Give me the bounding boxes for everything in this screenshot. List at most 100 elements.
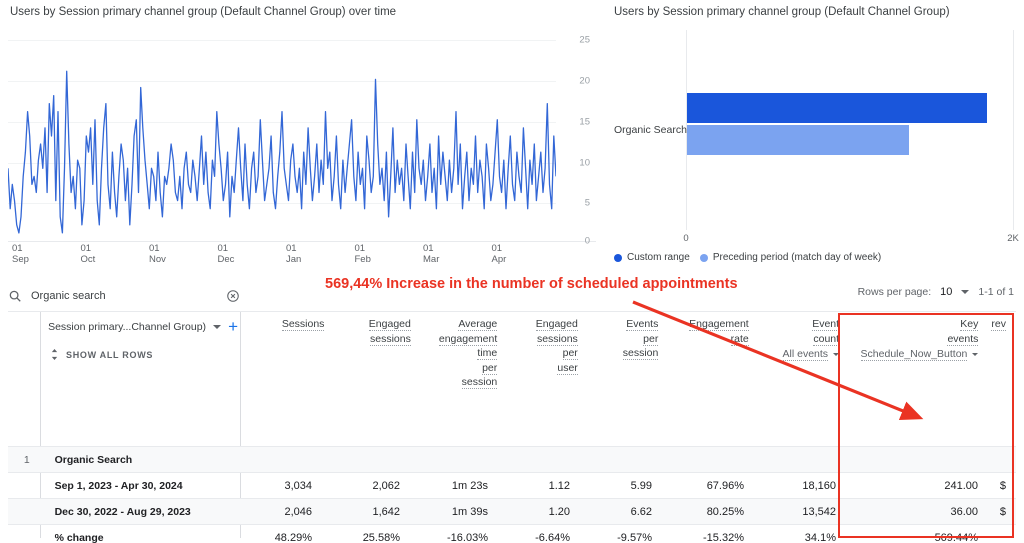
table-cell: 6.62: [630, 505, 652, 518]
y-tick-10: 10: [579, 157, 590, 169]
metric-header-label: per: [482, 361, 498, 375]
show-all-rows-label: SHOW ALL ROWS: [66, 349, 154, 360]
x-tick-month: Mar: [423, 254, 440, 265]
metric-header-label: rate: [730, 332, 749, 346]
table-cell: 67.96%: [706, 479, 744, 492]
metric-header-label: count: [813, 332, 840, 346]
metric-header-label: Sessions: [281, 318, 325, 331]
metric-header-label: Event: [812, 318, 840, 331]
show-all-rows-button[interactable]: SHOW ALL ROWS: [50, 349, 153, 360]
rows-per-page-value[interactable]: 10: [940, 286, 952, 298]
y-tick-25: 25: [579, 34, 590, 46]
metric-header-engaged-sessions[interactable]: Engaged sessions: [334, 317, 420, 389]
bar-category-label: Organic Search: [614, 124, 687, 136]
table-cell: -9.57%: [617, 531, 652, 543]
x-tick-apr: 01 Apr: [492, 243, 507, 265]
row-label: Dec 30, 2022 - Aug 29, 2023: [54, 505, 191, 518]
x-tick-nov: 01 Nov: [149, 243, 166, 265]
bar-axis-min: 0: [683, 233, 689, 244]
annotation-text: 569,44% Increase in the number of schedu…: [325, 276, 738, 292]
table-cell: -15.32%: [703, 531, 744, 543]
chevron-down-icon[interactable]: [961, 290, 970, 294]
table-cell: 1.20: [548, 505, 570, 518]
search-icon: [8, 289, 22, 303]
x-tick-month: Dec: [217, 254, 235, 265]
table-cell: -6.64%: [535, 531, 570, 543]
line-chart-axis: [8, 241, 596, 242]
metric-header-label: sessions: [369, 332, 411, 346]
legend-dot-icon: [699, 253, 708, 262]
x-tick-month: Oct: [80, 254, 96, 265]
metric-header-sublabel[interactable]: All events: [759, 347, 840, 362]
y-tick-5: 5: [584, 197, 590, 209]
row-label: % change: [54, 531, 104, 543]
legend-item-custom-range[interactable]: Custom range: [614, 252, 690, 263]
metric-header-event-count[interactable]: Event count All events: [759, 317, 849, 389]
metric-header-label: sessions: [536, 332, 578, 346]
x-tick-month: Feb: [354, 254, 371, 265]
legend-item-preceding-period[interactable]: Preceding period (match day of week): [699, 252, 882, 263]
metric-header-label: engagement: [438, 332, 498, 346]
dimension-name[interactable]: Session primary...Channel Group): [48, 321, 206, 333]
table-cell: 48.29%: [274, 531, 312, 543]
y-tick-0: 0: [584, 235, 590, 247]
chevron-down-icon[interactable]: [213, 325, 222, 329]
table-cell: 25.58%: [362, 531, 400, 543]
table-cell: 1m 39s: [451, 505, 488, 518]
line-chart-plot: [8, 70, 556, 234]
metric-header-label: Engagement: [689, 318, 749, 331]
metric-header-label: session: [622, 347, 659, 360]
metric-header-label: per: [562, 347, 578, 360]
dimension-header[interactable]: Session primary...Channel Group) +: [48, 318, 238, 335]
table-cell: 1m 23s: [451, 479, 488, 492]
bar-custom-range[interactable]: [687, 93, 987, 123]
table-cell: 1.12: [548, 479, 570, 492]
table-cell: 1,642: [372, 505, 400, 518]
x-tick-oct: 01 Oct: [81, 243, 96, 265]
legend-dot-icon: [614, 253, 622, 262]
metric-header-label: per: [643, 332, 659, 346]
bar-chart[interactable]: Organic Search 0 2K: [614, 30, 1019, 244]
table-cell: 2,046: [284, 505, 312, 518]
table-cell: 18,160: [802, 479, 836, 492]
y-tick-15: 15: [579, 116, 590, 128]
x-tick-day: 01: [423, 243, 434, 254]
line-chart-title: Users by Session primary channel group (…: [10, 6, 397, 18]
bar-chart-legend: Custom range Preceding period (match day…: [614, 252, 881, 263]
row-label: Organic Search: [54, 453, 133, 466]
x-tick-day: 01: [12, 243, 23, 254]
legend-label-preceding-period: Preceding period (match day of week): [712, 252, 882, 263]
legend-label-custom-range: Custom range: [627, 252, 690, 263]
x-tick-month: Jan: [286, 254, 302, 265]
search-bar[interactable]: Organic search: [8, 283, 240, 309]
metric-header-engagement-rate[interactable]: Engagement rate: [668, 317, 758, 389]
table-cell: 34.1%: [804, 531, 836, 543]
metric-header-average-engagement-time-per-session[interactable]: Average engagement time per session: [421, 317, 507, 389]
metric-header-label: time: [477, 347, 498, 360]
rows-per-page-label: Rows per page:: [857, 286, 932, 298]
x-tick-day: 01: [491, 243, 503, 254]
x-tick-mar: 01 Mar: [423, 243, 439, 265]
metric-header-engaged-sessions-per-user[interactable]: Engaged sessions per user: [507, 317, 588, 389]
line-chart[interactable]: [8, 30, 556, 242]
metric-header-label: session: [461, 376, 498, 389]
table-cell: -16.03%: [447, 531, 488, 543]
rows-per-page[interactable]: Rows per page: 10 1-1 of 1: [858, 286, 1014, 298]
metric-header-label: Average: [458, 318, 498, 331]
clear-circle-icon[interactable]: [226, 289, 240, 303]
metric-header-events-per-session[interactable]: Events per session: [588, 317, 669, 389]
metric-header-sessions[interactable]: Sessions: [248, 317, 334, 389]
table-cell: 80.25%: [706, 505, 744, 518]
x-tick-day: 01: [286, 243, 297, 254]
table-cell: 2,062: [372, 479, 400, 492]
row-index: 1: [23, 453, 30, 466]
divider: [8, 311, 1016, 312]
search-input[interactable]: Organic search: [31, 290, 217, 302]
x-tick-day: 01: [149, 243, 160, 254]
line-chart-y-axis: 25 20 15 10 5 0: [548, 30, 596, 247]
x-tick-day: 01: [354, 243, 366, 254]
table-cell: 5.99: [630, 479, 652, 492]
bar-preceding-period[interactable]: [687, 125, 909, 155]
pagination-range: 1-1 of 1: [978, 286, 1014, 298]
add-dimension-button[interactable]: +: [228, 318, 238, 335]
